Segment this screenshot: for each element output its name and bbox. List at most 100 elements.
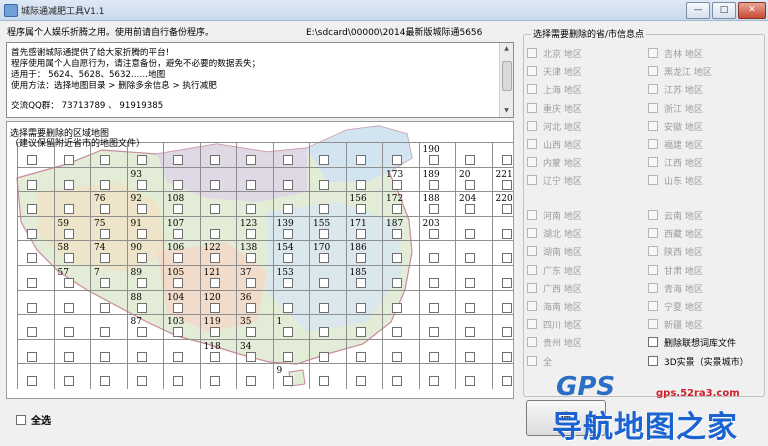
map-cell-checkbox[interactable]	[282, 278, 293, 288]
map-cell-checkbox[interactable]	[63, 228, 74, 239]
map-cell-checkbox[interactable]	[319, 253, 329, 264]
map-cell-checkbox[interactable]	[27, 179, 37, 190]
checkbox[interactable]	[527, 48, 537, 58]
map-cell-checkbox[interactable]	[465, 278, 475, 288]
map-cell-checkbox[interactable]	[465, 155, 475, 165]
province-checkbox[interactable]: 甘肃 地区	[648, 264, 703, 277]
checkbox[interactable]	[527, 120, 537, 131]
province-checkbox[interactable]: 山东 地区	[648, 174, 703, 187]
province-checkbox[interactable]: 宁夏 地区	[648, 300, 703, 313]
map-cell-checkbox[interactable]	[100, 204, 110, 215]
map-cell-checkbox[interactable]	[173, 376, 183, 387]
map-cell-checkbox[interactable]	[63, 351, 74, 362]
checkbox[interactable]	[16, 415, 26, 425]
map-cell-checkbox[interactable]	[173, 278, 183, 288]
map-cell-checkbox[interactable]	[392, 376, 402, 387]
map-cell-checkbox[interactable]	[136, 278, 147, 288]
scroll-thumb[interactable]	[502, 61, 512, 91]
province-checkbox[interactable]: 黑龙江 地区	[648, 65, 712, 78]
map-cell-checkbox[interactable]	[173, 302, 183, 313]
map-cell-checkbox[interactable]	[428, 253, 439, 264]
close-button[interactable]: ✕	[738, 2, 766, 19]
checkbox[interactable]	[648, 355, 658, 366]
map-cell-checkbox[interactable]	[428, 351, 439, 362]
map-cell-checkbox[interactable]	[209, 302, 220, 313]
map-cell-checkbox[interactable]	[246, 351, 256, 362]
province-checkbox[interactable]: 陕西 地区	[648, 245, 703, 258]
checkbox[interactable]	[527, 228, 537, 239]
province-checkbox[interactable]: 贵州 地区	[527, 336, 582, 349]
map-cell-checkbox[interactable]	[282, 376, 293, 387]
checkbox[interactable]	[648, 48, 658, 58]
province-checkbox[interactable]: 福建 地区	[648, 138, 703, 151]
map-cell-checkbox[interactable]	[100, 253, 110, 264]
province-checkbox[interactable]: 海南 地区	[527, 300, 582, 313]
map-cell-checkbox[interactable]	[246, 253, 256, 264]
map-cell-checkbox[interactable]	[501, 228, 512, 239]
scroll-down-icon[interactable]: ▼	[500, 105, 513, 117]
province-checkbox[interactable]: 湖南 地区	[527, 245, 582, 258]
map-cell-checkbox[interactable]	[501, 253, 512, 264]
checkbox[interactable]	[527, 84, 537, 95]
checkbox[interactable]	[527, 66, 537, 77]
map-cell-checkbox[interactable]	[27, 302, 37, 313]
map-cell-checkbox[interactable]	[392, 228, 402, 239]
map-cell-checkbox[interactable]	[173, 204, 183, 215]
map-cell-checkbox[interactable]	[319, 228, 329, 239]
map-cell-checkbox[interactable]	[428, 278, 439, 288]
province-checkbox[interactable]: 湖北 地区	[527, 227, 582, 240]
map-cell-checkbox[interactable]	[173, 228, 183, 239]
checkbox[interactable]	[527, 246, 537, 257]
map-cell-checkbox[interactable]	[319, 155, 329, 165]
province-checkbox[interactable]: 天津 地区	[527, 65, 582, 78]
province-checkbox[interactable]: 全	[527, 355, 552, 368]
map-cell-checkbox[interactable]	[282, 327, 293, 338]
minimize-button[interactable]: —	[686, 2, 710, 19]
map-cell-checkbox[interactable]	[501, 179, 512, 190]
map-cell-checkbox[interactable]	[100, 327, 110, 338]
map-cell-checkbox[interactable]	[355, 351, 366, 362]
checkbox[interactable]	[648, 337, 658, 348]
checkbox[interactable]	[648, 319, 658, 330]
map-cell-checkbox[interactable]	[501, 155, 512, 165]
province-checkbox[interactable]: 安徽 地区	[648, 120, 703, 133]
province-checkbox[interactable]: 河南 地区	[527, 209, 582, 222]
map-cell-checkbox[interactable]	[319, 278, 329, 288]
map-cell-checkbox[interactable]	[100, 351, 110, 362]
checkbox[interactable]	[527, 355, 537, 366]
province-checkbox[interactable]: 广西 地区	[527, 282, 582, 295]
map-cell-checkbox[interactable]	[209, 228, 220, 239]
map-cell-checkbox[interactable]	[501, 204, 512, 215]
map-cell-checkbox[interactable]	[136, 253, 147, 264]
map-cell-checkbox[interactable]	[501, 302, 512, 313]
map-cell-checkbox[interactable]	[282, 155, 293, 165]
map-cell-checkbox[interactable]	[27, 278, 37, 288]
map-cell-checkbox[interactable]	[246, 278, 256, 288]
map-cell-checkbox[interactable]	[355, 376, 366, 387]
province-checkbox[interactable]: 3D实景（实景城市）	[648, 355, 749, 368]
map-cell-checkbox[interactable]	[465, 327, 475, 338]
map-cell-checkbox[interactable]	[355, 302, 366, 313]
checkbox[interactable]	[648, 175, 658, 186]
map-cell-checkbox[interactable]	[392, 155, 402, 165]
map-cell-checkbox[interactable]	[173, 253, 183, 264]
checkbox[interactable]	[648, 228, 658, 239]
map-cell-checkbox[interactable]	[136, 155, 147, 165]
map-cell-checkbox[interactable]	[319, 351, 329, 362]
description-textarea[interactable]: 首先感谢城际通提供了给大家折腾的平台! 程序使用属个人自愿行为，请注意备份，避免…	[6, 42, 514, 118]
map-cell-checkbox[interactable]	[428, 376, 439, 387]
map-cell-checkbox[interactable]	[465, 179, 475, 190]
map-cell-checkbox[interactable]	[282, 302, 293, 313]
map-path[interactable]: E:\sdcard\00000\2014最新版城际通5656	[306, 25, 482, 38]
map-cell-checkbox[interactable]	[282, 253, 293, 264]
province-checkbox[interactable]: 上海 地区	[527, 83, 582, 96]
checkbox[interactable]	[648, 139, 658, 149]
checkbox[interactable]	[527, 157, 537, 168]
map-cell-checkbox[interactable]	[63, 376, 74, 387]
map-cell-checkbox[interactable]	[355, 228, 366, 239]
province-checkbox[interactable]: 内蒙 地区	[527, 156, 582, 169]
select-all-checkbox[interactable]: 全选	[16, 412, 51, 427]
map-cell-checkbox[interactable]	[392, 327, 402, 338]
checkbox[interactable]	[527, 282, 537, 293]
map-cell-checkbox[interactable]	[282, 179, 293, 190]
